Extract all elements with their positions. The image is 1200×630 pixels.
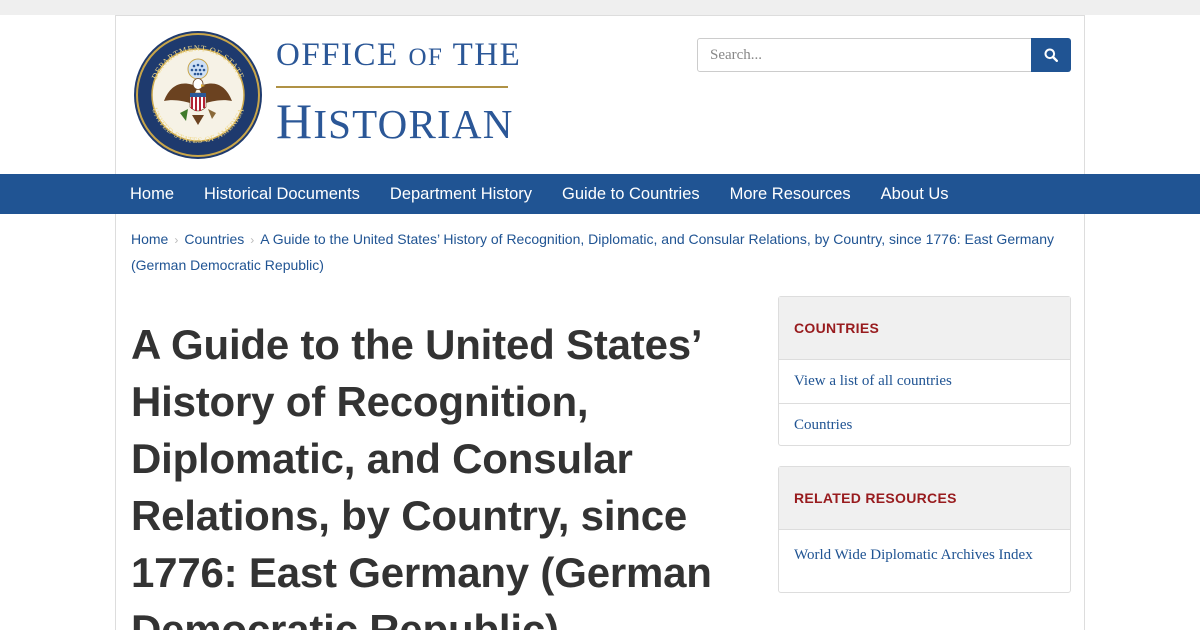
sidebar-link-all-countries[interactable]: View a list of all countries — [779, 360, 1070, 403]
nav-item-department-history[interactable]: Department History — [375, 174, 547, 214]
brand-word-office: Office — [276, 37, 399, 73]
search-icon — [1044, 48, 1058, 62]
search-form — [697, 38, 1071, 72]
main-navigation: Home Historical Documents Department His… — [0, 174, 1200, 214]
brand-title-line2: Historian — [276, 92, 514, 150]
breadcrumb-item-current[interactable]: A Guide to the United States’ History of… — [131, 231, 1054, 273]
sidebar-related-heading: RELATED RESOURCES — [779, 467, 1070, 530]
nav-item-more-resources[interactable]: More Resources — [715, 174, 866, 214]
nav-item-guide-to-countries[interactable]: Guide to Countries — [547, 174, 715, 214]
sidebar-countries-heading: COUNTRIES — [779, 297, 1070, 360]
brand-word-historian: istorian — [313, 101, 514, 147]
site-logo-link[interactable]: DEPARTMENT OF STATE UNITED STATES OF AME… — [132, 29, 534, 163]
breadcrumb-item-countries[interactable]: Countries — [184, 231, 244, 247]
brand-title-line1: Office of the — [276, 37, 521, 74]
brand-initial: H — [276, 93, 314, 149]
breadcrumb-separator-icon: › — [250, 233, 255, 247]
sidebar-link-diplomatic-archives-index[interactable]: World Wide Diplomatic Archives Index — [779, 530, 1070, 581]
search-button[interactable] — [1031, 38, 1071, 72]
sidebar-related-resources-panel: RELATED RESOURCES World Wide Diplomatic … — [778, 466, 1071, 593]
top-strip — [0, 0, 1200, 15]
sidebar-countries-panel: COUNTRIES View a list of all countries C… — [778, 296, 1071, 446]
sidebar-link-countries[interactable]: Countries — [779, 403, 1070, 446]
brand-word-the: the — [452, 37, 522, 73]
department-of-state-seal-icon: DEPARTMENT OF STATE UNITED STATES OF AME… — [134, 31, 262, 159]
breadcrumb-item-home[interactable]: Home — [131, 231, 168, 247]
search-input[interactable] — [697, 38, 1032, 72]
breadcrumb-separator-icon: › — [174, 233, 179, 247]
page-title: A Guide to the United States’ History of… — [131, 321, 712, 630]
breadcrumb: Home › Countries › A Guide to the United Sta… — [131, 227, 1066, 278]
nav-item-historical-documents[interactable]: Historical Documents — [189, 174, 375, 214]
brand-word-of: of — [408, 44, 444, 71]
nav-item-home[interactable]: Home — [115, 174, 189, 214]
brand-divider — [276, 86, 508, 88]
nav-item-about-us[interactable]: About Us — [866, 174, 964, 214]
